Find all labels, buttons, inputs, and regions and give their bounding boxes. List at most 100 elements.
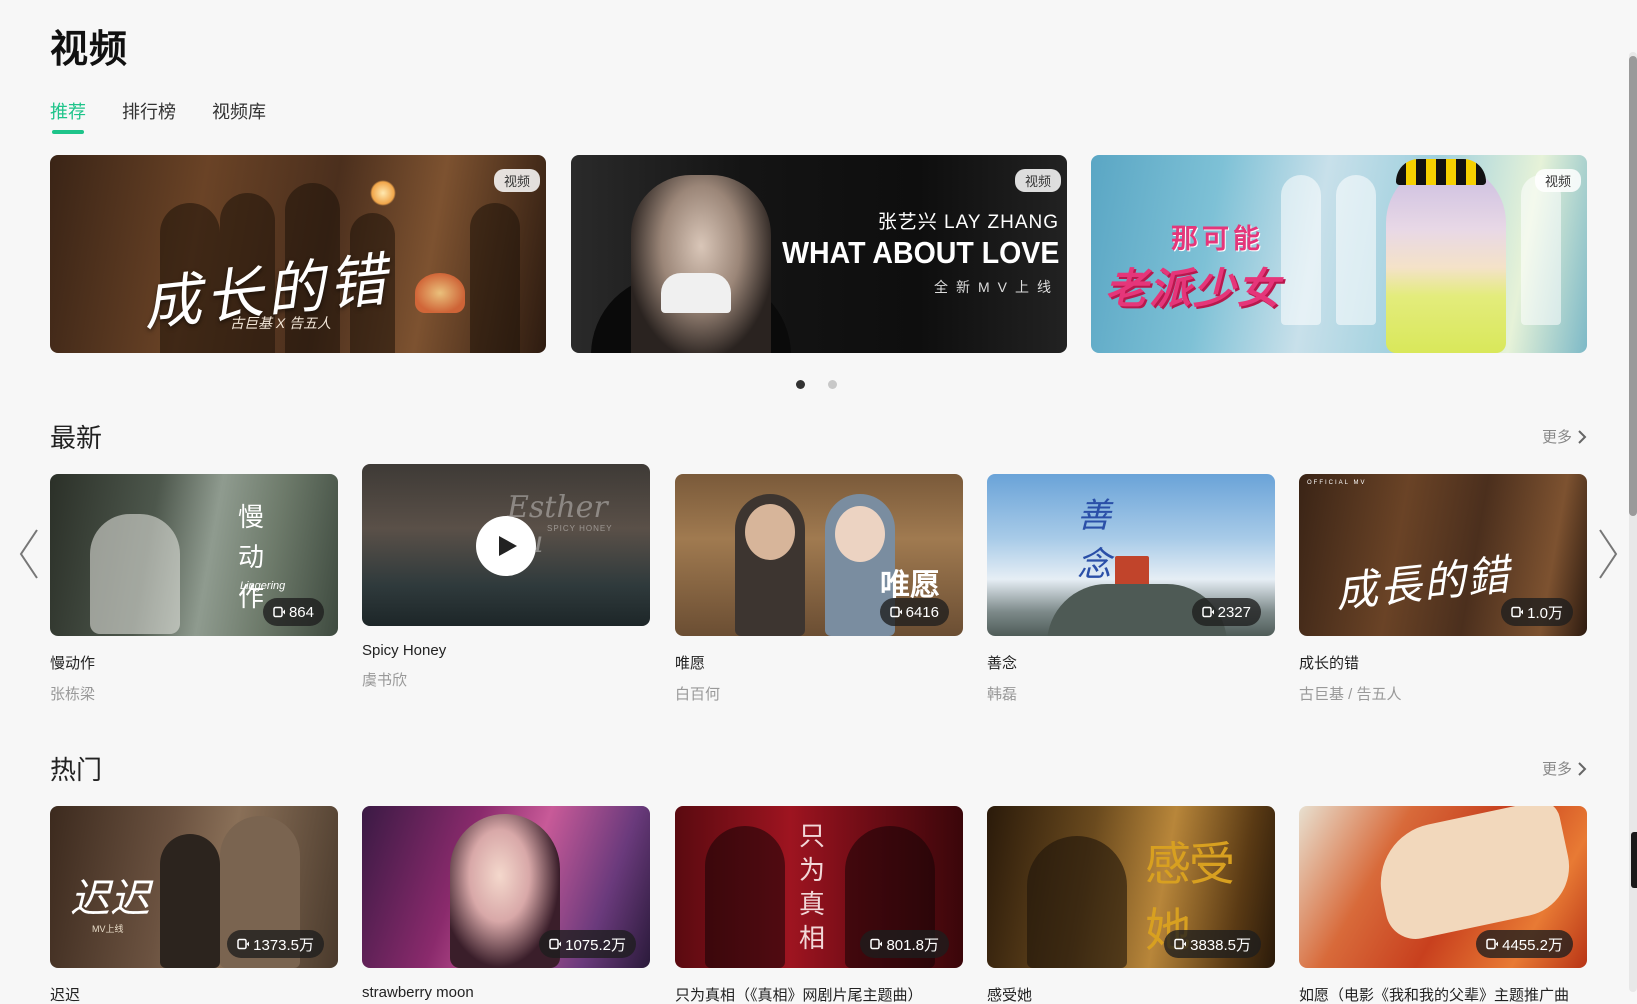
banner-title: 老派少女 <box>1105 265 1282 312</box>
section-title-hot: 热门 <box>50 755 103 785</box>
banner-artist: 张艺兴 LAY ZHANG <box>877 212 1059 233</box>
video-icon <box>1511 606 1524 618</box>
video-thumbnail[interactable]: OFFICIAL MV 成長的錯 1.0万 <box>1299 474 1587 636</box>
banner-hat <box>1396 159 1486 185</box>
moon-lamp <box>370 180 396 206</box>
video-artist[interactable]: 虞书欣 <box>362 669 650 690</box>
section-title-latest: 最新 <box>50 423 103 453</box>
chevron-right-icon <box>1578 761 1587 776</box>
video-tag: 视频 <box>1534 169 1581 192</box>
banner-growth-mistake[interactable]: 成长的错 古巨基 X 告五人 视频 <box>50 155 546 353</box>
video-card[interactable]: 慢 动 作 Lingering 864 慢动作 张栋梁 <box>50 474 338 704</box>
thumb-subtitle: OFFICIAL MV <box>1307 480 1367 486</box>
video-thumbnail[interactable]: 1075.2万 <box>362 806 650 968</box>
chevron-right-icon <box>1599 529 1618 579</box>
table-lamp <box>415 273 465 313</box>
video-tag: 视频 <box>1014 169 1061 192</box>
carousel-dots <box>796 380 837 389</box>
video-card[interactable]: 只为真相 801.8万 只为真相（《真相》网剧片尾主题曲） <box>675 806 963 1004</box>
banner-subtitle: 古巨基 X 告五人 <box>230 315 332 331</box>
tab-ranking[interactable]: 排行榜 <box>122 98 176 134</box>
video-tag: 视频 <box>493 169 540 192</box>
video-thumbnail[interactable]: 只为真相 801.8万 <box>675 806 963 968</box>
thumb-subtitle: MV上线 <box>92 924 124 934</box>
video-title[interactable]: 只为真相（《真相》网剧片尾主题曲） <box>675 984 963 1004</box>
play-count-badge: 3838.5万 <box>1164 930 1261 958</box>
play-count: 1075.2万 <box>565 936 626 954</box>
video-title[interactable]: Spicy Honey <box>362 642 650 659</box>
video-card[interactable]: 感受她 3838.5万 感受她 <box>987 806 1275 1004</box>
tab-recommend[interactable]: 推荐 <box>50 98 86 134</box>
video-title[interactable]: 成长的错 <box>1299 652 1587 673</box>
video-thumbnail[interactable]: 4455.2万 <box>1299 806 1587 968</box>
video-card[interactable]: 唯愿 6416 唯愿 白百何 <box>675 474 963 704</box>
banner-title: WHAT ABOUT LOVE <box>781 235 1059 270</box>
video-artist[interactable]: 张栋梁 <box>50 683 338 704</box>
video-artist[interactable]: 白百何 <box>675 683 963 704</box>
more-link-hot[interactable]: 更多 <box>1542 758 1587 779</box>
thumb-title: 善 念 <box>1077 496 1151 585</box>
carousel-dot-1[interactable] <box>796 380 805 389</box>
video-icon <box>273 606 285 618</box>
chevron-right-icon <box>1578 429 1587 444</box>
thumb-title: 成長的錯 <box>1333 549 1514 618</box>
video-thumbnail[interactable]: 慢 动 作 Lingering 864 <box>50 474 338 636</box>
video-card[interactable]: Esther Yu SPICY HONEY Spicy Honey 虞书欣 <box>362 464 650 690</box>
video-artist[interactable]: 古巨基 / 告五人 <box>1299 683 1587 704</box>
play-count-badge: 2327 <box>1191 598 1261 626</box>
play-count: 864 <box>288 603 314 621</box>
video-title[interactable]: 善念 <box>987 652 1275 673</box>
thumb-subtitle: Lingering <box>240 580 286 592</box>
next-arrow[interactable] <box>1597 528 1619 580</box>
video-artist[interactable]: 韩磊 <box>987 683 1275 704</box>
prev-arrow[interactable] <box>18 528 40 580</box>
video-card[interactable]: 4455.2万 如愿（电影《我和我的父辈》主题推广曲 <box>1299 806 1587 1004</box>
video-icon <box>237 938 250 950</box>
side-edge-handle[interactable] <box>1631 832 1637 888</box>
banner-subtitle: 全新MV上线 <box>934 279 1059 295</box>
play-icon <box>499 536 517 556</box>
tab-video-library[interactable]: 视频库 <box>212 98 266 134</box>
banner-girl <box>1386 163 1506 353</box>
play-count-badge: 4455.2万 <box>1476 930 1573 958</box>
video-thumbnail[interactable]: 迟迟 MV上线 1373.5万 <box>50 806 338 968</box>
video-icon <box>1486 938 1499 950</box>
carousel-dot-2[interactable] <box>828 380 837 389</box>
video-card[interactable]: 迟迟 MV上线 1373.5万 迟迟 <box>50 806 338 1004</box>
video-icon <box>1174 938 1187 950</box>
video-thumbnail[interactable]: 感受她 3838.5万 <box>987 806 1275 968</box>
video-icon <box>1201 606 1214 618</box>
portrait-collar <box>661 273 731 313</box>
video-card[interactable]: OFFICIAL MV 成長的錯 1.0万 成长的错 古巨基 / 告五人 <box>1299 474 1587 704</box>
play-count: 1373.5万 <box>253 936 314 954</box>
play-count: 2327 <box>1217 603 1251 621</box>
play-count-badge: 864 <box>262 598 324 626</box>
video-title[interactable]: strawberry moon <box>362 984 650 1001</box>
play-button[interactable] <box>476 516 536 576</box>
play-count: 6416 <box>905 603 939 621</box>
video-title[interactable]: 唯愿 <box>675 652 963 673</box>
play-count: 4455.2万 <box>1502 936 1563 954</box>
video-thumbnail[interactable]: Esther Yu SPICY HONEY <box>362 464 650 626</box>
thumb-title: 迟迟 <box>70 876 150 922</box>
banner-line1: 那可能 <box>1171 224 1264 254</box>
video-title[interactable]: 迟迟 <box>50 984 338 1004</box>
play-count: 801.8万 <box>886 936 939 954</box>
video-card[interactable]: 1075.2万 strawberry moon <box>362 806 650 1001</box>
video-thumbnail[interactable]: 唯愿 6416 <box>675 474 963 636</box>
scrollbar-thumb[interactable] <box>1629 56 1637 516</box>
video-title[interactable]: 如愿（电影《我和我的父辈》主题推广曲 <box>1299 984 1587 1004</box>
video-icon <box>889 606 902 618</box>
tab-bar: 推荐 排行榜 视频库 <box>50 98 266 134</box>
video-title[interactable]: 感受她 <box>987 984 1275 1004</box>
page-title: 视频 <box>50 29 129 71</box>
video-title[interactable]: 慢动作 <box>50 652 338 673</box>
thumb-title: 只为真相 <box>799 822 826 954</box>
video-card[interactable]: 善 念 2327 善念 韩磊 <box>987 474 1275 704</box>
more-link-latest[interactable]: 更多 <box>1542 426 1587 447</box>
banner-what-about-love[interactable]: 张艺兴 LAY ZHANG WHAT ABOUT LOVE 全新MV上线 视频 <box>571 155 1067 353</box>
banner-old-school-girl[interactable]: 那可能 老派少女 视频 <box>1091 155 1587 353</box>
play-count: 3838.5万 <box>1190 936 1251 954</box>
play-count-badge: 1075.2万 <box>539 930 636 958</box>
video-thumbnail[interactable]: 善 念 2327 <box>987 474 1275 636</box>
